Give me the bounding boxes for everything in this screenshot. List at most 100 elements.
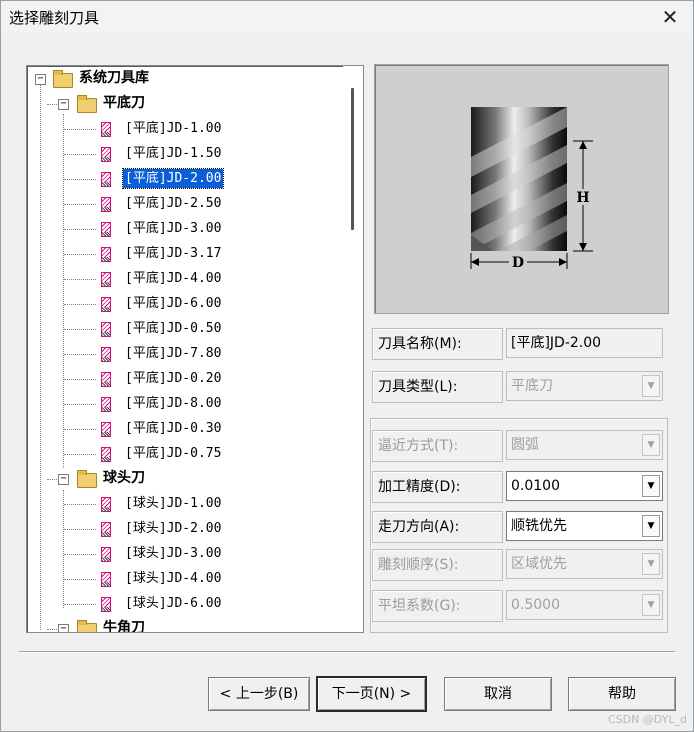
tree-item-label: [平底]JD-0.50	[125, 321, 222, 336]
tree-item-tool[interactable]: [球头]JD-3.00	[27, 542, 347, 566]
tool-type-label: 刀具类型(L):	[372, 371, 503, 403]
tool-name-label: 刀具名称(M):	[372, 328, 503, 360]
tree-item-tool[interactable]: [平底]JD-0.20	[27, 367, 347, 391]
tree-item-label: [球头]JD-2.00	[125, 521, 222, 536]
order-label: 雕刻顺序(S):	[372, 549, 503, 581]
tree-item-tool[interactable]: [球头]JD-2.00	[27, 517, 347, 541]
next-button[interactable]: 下一页(N) >	[316, 676, 427, 712]
tree-item-label: [球头]JD-3.00	[125, 546, 222, 561]
tool-icon	[101, 497, 111, 512]
collapse-toggle[interactable]: −	[58, 624, 69, 632]
separator	[19, 651, 675, 653]
end-mill-diagram: H D	[470, 107, 593, 271]
chevron-down-icon: ▼	[642, 375, 660, 397]
tool-icon	[101, 147, 111, 162]
tool-icon	[101, 297, 111, 312]
tree-item-label: [平底]JD-3.17	[125, 246, 222, 261]
tool-preview-image: H D	[374, 64, 669, 314]
d-dimension-label: D	[512, 255, 524, 271]
tree-item-tool[interactable]: [平底]JD-0.75	[27, 442, 347, 466]
scrollbar-thumb[interactable]	[351, 88, 354, 230]
tree-node-ball-group[interactable]: − 球头刀	[27, 467, 347, 491]
tree-item-label: [平底]JD-3.00	[125, 221, 222, 236]
title-bar: 选择雕刻刀具 ✕	[1, 1, 693, 33]
tree-node-flat-group[interactable]: − 平底刀	[27, 92, 347, 116]
tree-item-label: [平底]JD-6.00	[125, 296, 222, 311]
tree-item-tool[interactable]: [平底]JD-8.00	[27, 392, 347, 416]
folder-icon	[53, 70, 73, 88]
tree-item-tool[interactable]: [平底]JD-2.00	[27, 167, 347, 191]
tree-item-label: [平底]JD-1.00	[125, 121, 222, 136]
chevron-down-icon: ▼	[642, 594, 660, 616]
tool-icon	[101, 397, 111, 412]
direction-label: 走刀方向(A):	[372, 511, 503, 543]
tree-item-label: [平底]JD-7.80	[125, 346, 222, 361]
dialog-window: 选择雕刻刀具 ✕ − 系统刀具库 − 平底刀 [平底]JD-1.00 [平底]JD…	[0, 0, 694, 732]
close-icon[interactable]: ✕	[657, 4, 683, 30]
tool-icon	[101, 597, 111, 612]
tree-item-tool[interactable]: [平底]JD-2.50	[27, 192, 347, 216]
approach-value: 圆弧	[511, 437, 539, 453]
precision-select[interactable]: 0.0100 ▼	[506, 471, 663, 501]
tool-icon	[101, 447, 111, 462]
tool-icon	[101, 372, 111, 387]
tree-node-bull-group[interactable]: − 牛角刀	[27, 617, 347, 632]
prev-button[interactable]: < 上一步(B)	[208, 677, 310, 711]
help-button[interactable]: 帮助	[568, 677, 676, 711]
flatness-value: 0.5000	[511, 597, 560, 613]
tool-name-field: [平底]JD-2.00	[506, 328, 663, 358]
cancel-button[interactable]: 取消	[444, 677, 552, 711]
precision-label: 加工精度(D):	[372, 471, 503, 503]
tool-icon	[101, 122, 111, 137]
tree-item-tool[interactable]: [平底]JD-3.17	[27, 242, 347, 266]
collapse-toggle[interactable]: −	[58, 474, 69, 485]
tree-item-tool[interactable]: [平底]JD-7.80	[27, 342, 347, 366]
tree-item-tool[interactable]: [球头]JD-1.00	[27, 492, 347, 516]
flatness-label: 平坦系数(G):	[372, 590, 503, 622]
tree-item-tool[interactable]: [球头]JD-6.00	[27, 592, 347, 616]
flatness-select: 0.5000 ▼	[506, 590, 663, 620]
tree-item-tool[interactable]: [球头]JD-4.00	[27, 567, 347, 591]
order-value: 区域优先	[511, 556, 567, 572]
tool-icon	[101, 572, 111, 587]
direction-select[interactable]: 顺铣优先 ▼	[506, 511, 663, 541]
tree-item-label: [球头]JD-4.00	[125, 571, 222, 586]
tree-node-root[interactable]: − 系统刀具库	[27, 67, 347, 91]
tree-item-label: [平底]JD-0.75	[125, 446, 222, 461]
approach-label: 逼近方式(T):	[372, 430, 503, 462]
tool-type-select: 平底刀 ▼	[506, 371, 663, 401]
chevron-down-icon[interactable]: ▼	[642, 475, 660, 497]
tree-scrollbar[interactable]	[343, 66, 363, 632]
tool-type-value: 平底刀	[511, 378, 553, 394]
tool-icon	[101, 197, 111, 212]
h-dimension-label: H	[576, 190, 589, 206]
tool-icon	[101, 422, 111, 437]
precision-value: 0.0100	[511, 478, 560, 494]
collapse-toggle[interactable]: −	[35, 74, 46, 85]
tree-item-label: [平底]JD-0.20	[125, 371, 222, 386]
tree-item-tool[interactable]: [平底]JD-0.50	[27, 317, 347, 341]
tree-root-label: 系统刀具库	[79, 70, 149, 86]
tool-icon	[101, 547, 111, 562]
tree-item-tool[interactable]: [平底]JD-1.50	[27, 142, 347, 166]
tool-icon	[101, 272, 111, 287]
tree-item-label: [球头]JD-1.00	[125, 496, 222, 511]
chevron-down-icon[interactable]: ▼	[642, 515, 660, 537]
collapse-toggle[interactable]: −	[58, 99, 69, 110]
folder-icon	[77, 620, 97, 632]
tree-item-label: [平底]JD-2.00	[121, 168, 225, 189]
tree-item-tool[interactable]: [平底]JD-3.00	[27, 217, 347, 241]
folder-icon	[77, 95, 97, 113]
tree-item-tool[interactable]: [平底]JD-6.00	[27, 292, 347, 316]
tree-item-label: [球头]JD-6.00	[125, 596, 222, 611]
tree-item-label: [平底]JD-4.00	[125, 271, 222, 286]
tree-item-tool[interactable]: [平底]JD-1.00	[27, 117, 347, 141]
tree-item-label: [平底]JD-2.50	[125, 196, 222, 211]
chevron-down-icon: ▼	[642, 553, 660, 575]
tree-item-tool[interactable]: [平底]JD-0.30	[27, 417, 347, 441]
tree-item-label: [平底]JD-1.50	[125, 146, 222, 161]
tool-library-tree[interactable]: − 系统刀具库 − 平底刀 [平底]JD-1.00 [平底]JD-1.50 [平底]…	[26, 65, 364, 633]
tool-icon	[101, 522, 111, 537]
tree-item-tool[interactable]: [平底]JD-4.00	[27, 267, 347, 291]
watermark: CSDN @DYL_d	[607, 713, 687, 726]
